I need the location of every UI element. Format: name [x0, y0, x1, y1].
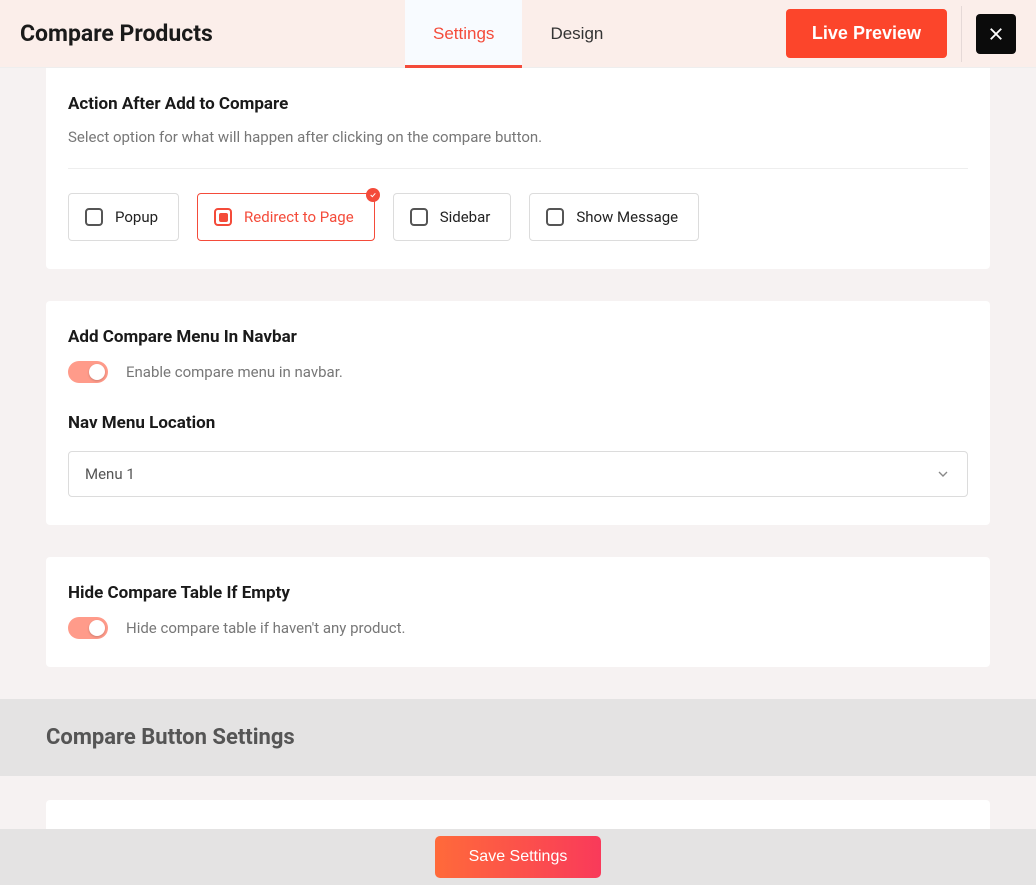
footer: Save Settings	[0, 829, 1036, 885]
divider	[961, 6, 962, 62]
content-area: Action After Add to Compare Select optio…	[0, 68, 1036, 885]
option-label: Popup	[115, 208, 158, 226]
toggle-hide-empty[interactable]	[68, 617, 108, 639]
options-row: Popup Redirect to Page Sidebar Show Mess…	[68, 193, 968, 241]
toggle-enable-navbar[interactable]	[68, 361, 108, 383]
tab-design[interactable]: Design	[522, 0, 631, 68]
checkbox-icon	[410, 208, 428, 226]
selected-badge-icon	[366, 188, 380, 202]
nav-menu-location-select[interactable]: Menu 1	[68, 451, 968, 497]
tabs: Settings Design	[405, 0, 631, 68]
card-hide-empty: Hide Compare Table If Empty Hide compare…	[46, 557, 990, 667]
save-settings-button[interactable]: Save Settings	[435, 836, 602, 878]
card-title: Action After Add to Compare	[68, 94, 968, 114]
toggle-row: Enable compare menu in navbar.	[68, 361, 968, 383]
live-preview-button[interactable]: Live Preview	[786, 9, 947, 58]
tab-label: Settings	[433, 24, 494, 44]
option-sidebar[interactable]: Sidebar	[393, 193, 512, 241]
card-navbar-menu: Add Compare Menu In Navbar Enable compar…	[46, 301, 990, 525]
tab-settings[interactable]: Settings	[405, 0, 522, 68]
header-right: Live Preview	[786, 6, 1016, 62]
divider	[68, 168, 968, 169]
option-label: Redirect to Page	[244, 208, 354, 226]
nav-menu-location-title: Nav Menu Location	[68, 413, 968, 433]
checkbox-icon	[546, 208, 564, 226]
toggle-label: Hide compare table if haven't any produc…	[126, 619, 405, 637]
card-title: Add Compare Menu In Navbar	[68, 327, 968, 347]
tab-label: Design	[550, 24, 603, 44]
close-button[interactable]	[976, 14, 1016, 54]
card-subtitle: Select option for what will happen after…	[68, 128, 968, 146]
select-value: Menu 1	[85, 465, 135, 483]
page-title: Compare Products	[20, 20, 213, 47]
checkbox-icon	[214, 208, 232, 226]
option-popup[interactable]: Popup	[68, 193, 179, 241]
card-title: Hide Compare Table If Empty	[68, 583, 968, 603]
section-compare-button: Compare Button Settings	[0, 699, 1036, 776]
chevron-down-icon	[935, 466, 951, 482]
card-action-after: Action After Add to Compare Select optio…	[46, 68, 990, 269]
checkbox-icon	[85, 208, 103, 226]
option-label: Sidebar	[440, 208, 491, 226]
option-show-message[interactable]: Show Message	[529, 193, 699, 241]
section-title: Compare Button Settings	[46, 725, 990, 750]
option-label: Show Message	[576, 208, 678, 226]
toggle-row: Hide compare table if haven't any produc…	[68, 617, 968, 639]
close-icon	[987, 25, 1005, 43]
option-redirect-to-page[interactable]: Redirect to Page	[197, 193, 375, 241]
header: Compare Products Settings Design Live Pr…	[0, 0, 1036, 68]
toggle-label: Enable compare menu in navbar.	[126, 363, 343, 381]
